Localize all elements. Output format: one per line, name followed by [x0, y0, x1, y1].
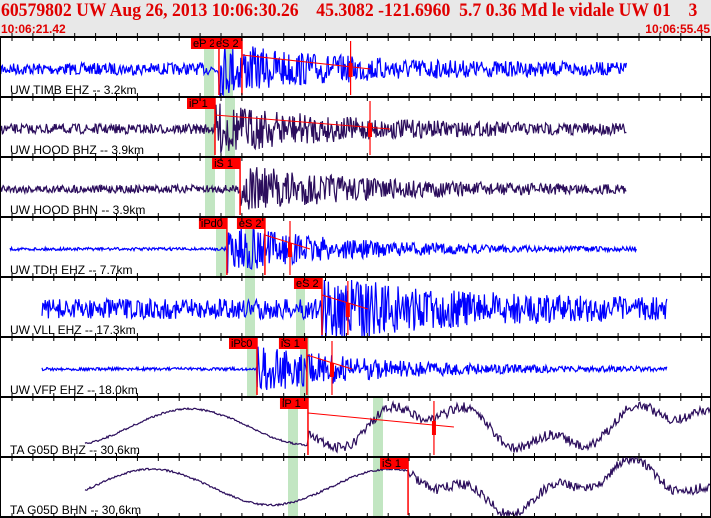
channel-label: UW VFP EHZ -- 18.0km [10, 383, 138, 397]
channel-panel: iPc0 iS 1UW VFP EHZ -- 18.0km [10, 338, 668, 397]
phase-window [373, 398, 383, 457]
coda-marker-box [348, 63, 353, 77]
pick-label: eS 2 [296, 278, 319, 290]
channel-label: UW TIMB EHZ -- 3.2km [10, 83, 136, 97]
channel-label: UW TDH EHZ -- 7.7km [10, 263, 132, 277]
channel-panel: iP 1TA G05D BHZ -- 30.6km [10, 398, 711, 457]
waveform-trace [41, 279, 668, 339]
coda-marker-box [368, 123, 373, 137]
channel-panel: iPd0 eS 2UW TDH EHZ -- 7.7km [9, 218, 637, 277]
channel-label: TA G05D BHN -- 30.6km [10, 503, 141, 517]
coda-marker-box [431, 421, 436, 435]
pick-label: eP 2 [193, 38, 215, 50]
pick-label: iPd0 [201, 218, 223, 230]
channel-panel: iS 1 UW HOOD BHN -- 3.9km [0, 158, 627, 217]
channel-panel: iS 1 TA G05D BHN -- 30.6km [10, 457, 711, 518]
pick-label: iP 1 [282, 398, 301, 410]
seismogram-panels[interactable]: eP 2 eS 2UW TIMB EHZ -- 3.2kmiP 1UW HOOD … [0, 0, 711, 518]
channel-panel: eS 2UW VLL EHZ -- 17.3km [10, 278, 668, 339]
channel-panel: iP 1 UW HOOD BHZ -- 3.9km [0, 98, 627, 157]
pick-label: eS 2 [216, 38, 239, 50]
channel-panel: eP 2 eS 2 UW TIMB EHZ -- 3.2km [0, 38, 627, 97]
channel-label: UW HOOD BHZ -- 3.9km [10, 143, 144, 157]
channel-label: UW HOOD BHN -- 3.9km [10, 203, 145, 217]
phase-window [288, 458, 298, 517]
pick-label: iP 1 [189, 98, 208, 110]
pick-label: iS 1 [382, 458, 401, 470]
coda-marker-box [329, 363, 334, 377]
pick-label: iS 1 [214, 158, 233, 170]
waveform-trace [84, 400, 711, 454]
coda-marker-box [345, 303, 350, 317]
coda-marker-box [287, 243, 292, 257]
coda-decay-line [264, 234, 311, 250]
